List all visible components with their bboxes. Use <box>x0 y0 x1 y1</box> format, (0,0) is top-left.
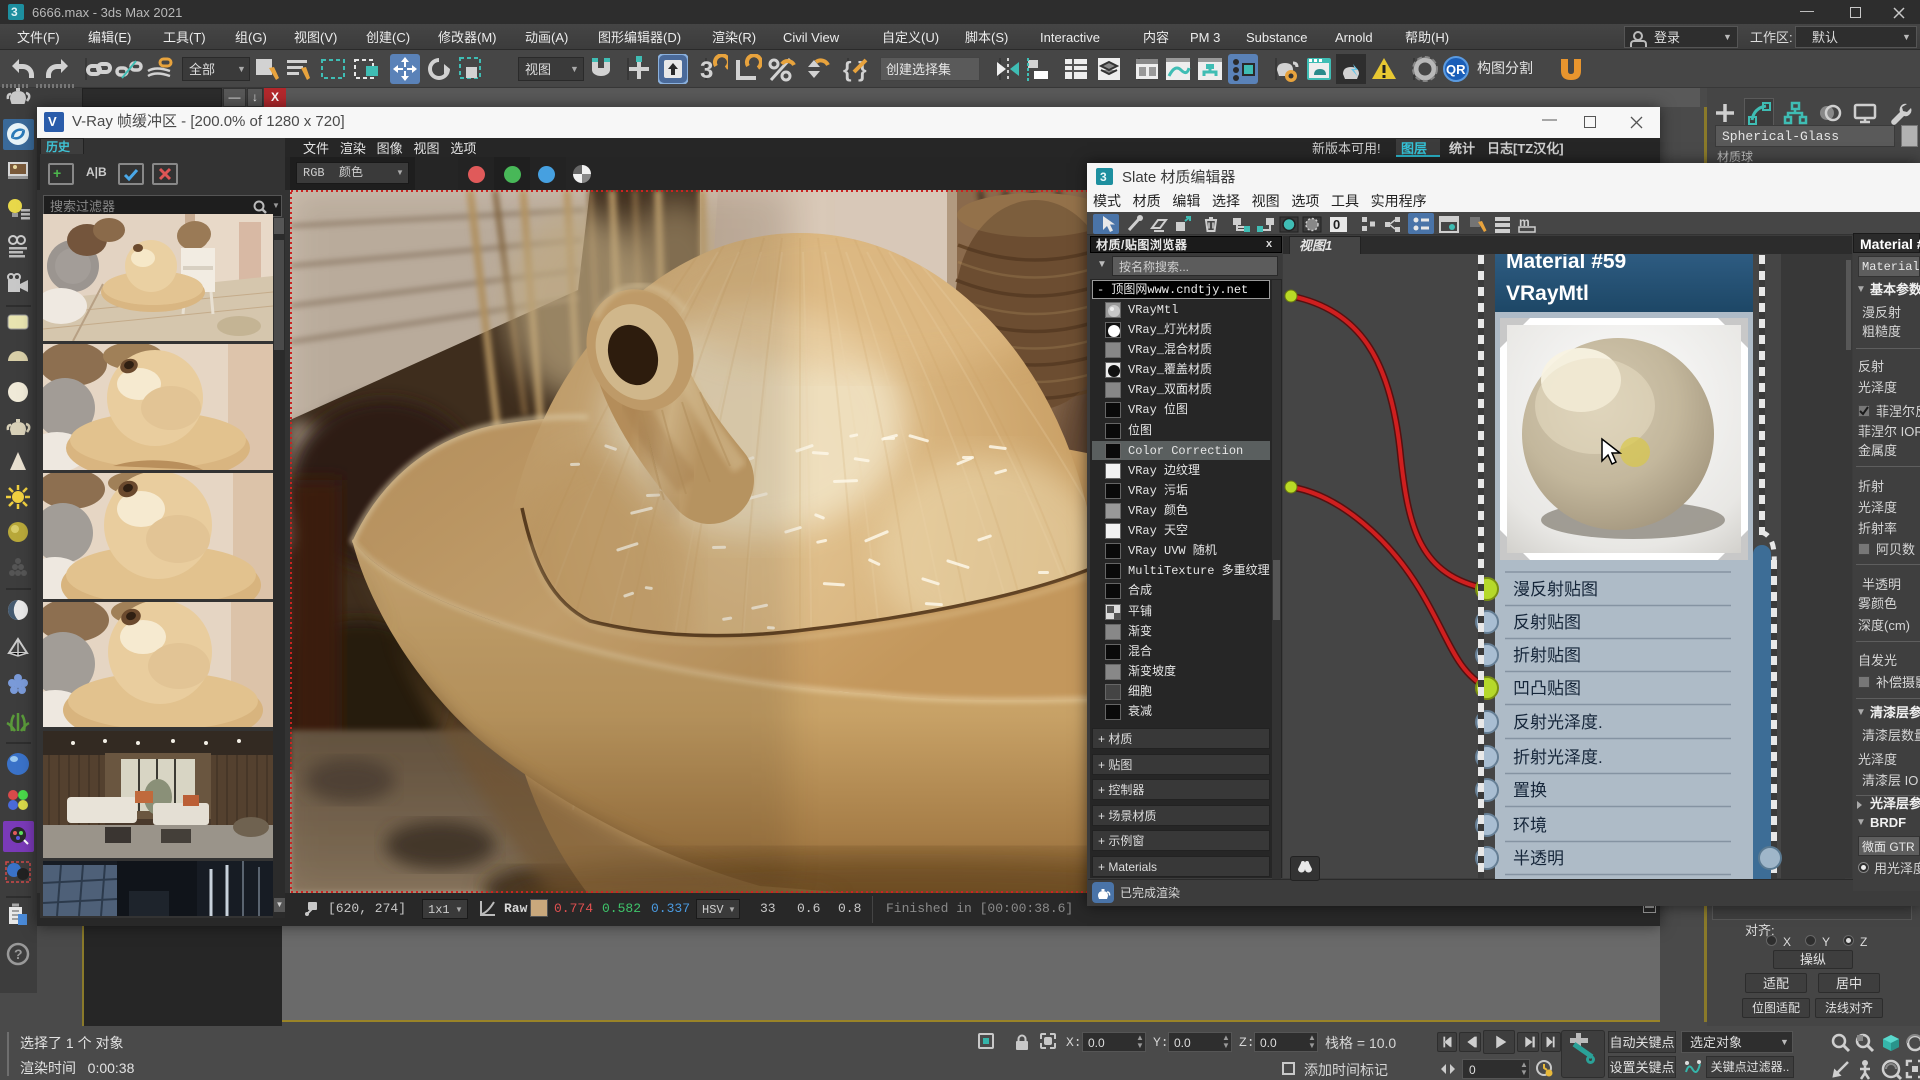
svg-text:置换: 置换 <box>1513 781 1547 800</box>
svg-text:半透明: 半透明 <box>1513 849 1564 868</box>
svg-text:?: ? <box>14 946 23 962</box>
svg-text:折射光泽度.: 折射光泽度. <box>1513 748 1603 767</box>
svg-text:折射贴图: 折射贴图 <box>1513 646 1581 665</box>
svg-text:环境: 环境 <box>1513 816 1547 835</box>
svg-text:3: 3 <box>700 57 713 84</box>
svg-text:VRayMtl: VRayMtl <box>1506 282 1589 305</box>
svg-text:0: 0 <box>1333 217 1340 232</box>
svg-text:反射贴图: 反射贴图 <box>1513 613 1581 632</box>
svg-text:反射光泽度.: 反射光泽度. <box>1513 713 1603 732</box>
svg-text:漫反射贴图: 漫反射贴图 <box>1513 580 1598 599</box>
svg-text:QR: QR <box>1446 62 1466 77</box>
svg-text:凹凸贴图: 凹凸贴图 <box>1513 679 1581 698</box>
svg-text:Material #59: Material #59 <box>1506 254 1626 273</box>
svg-text:{: { <box>843 57 852 82</box>
